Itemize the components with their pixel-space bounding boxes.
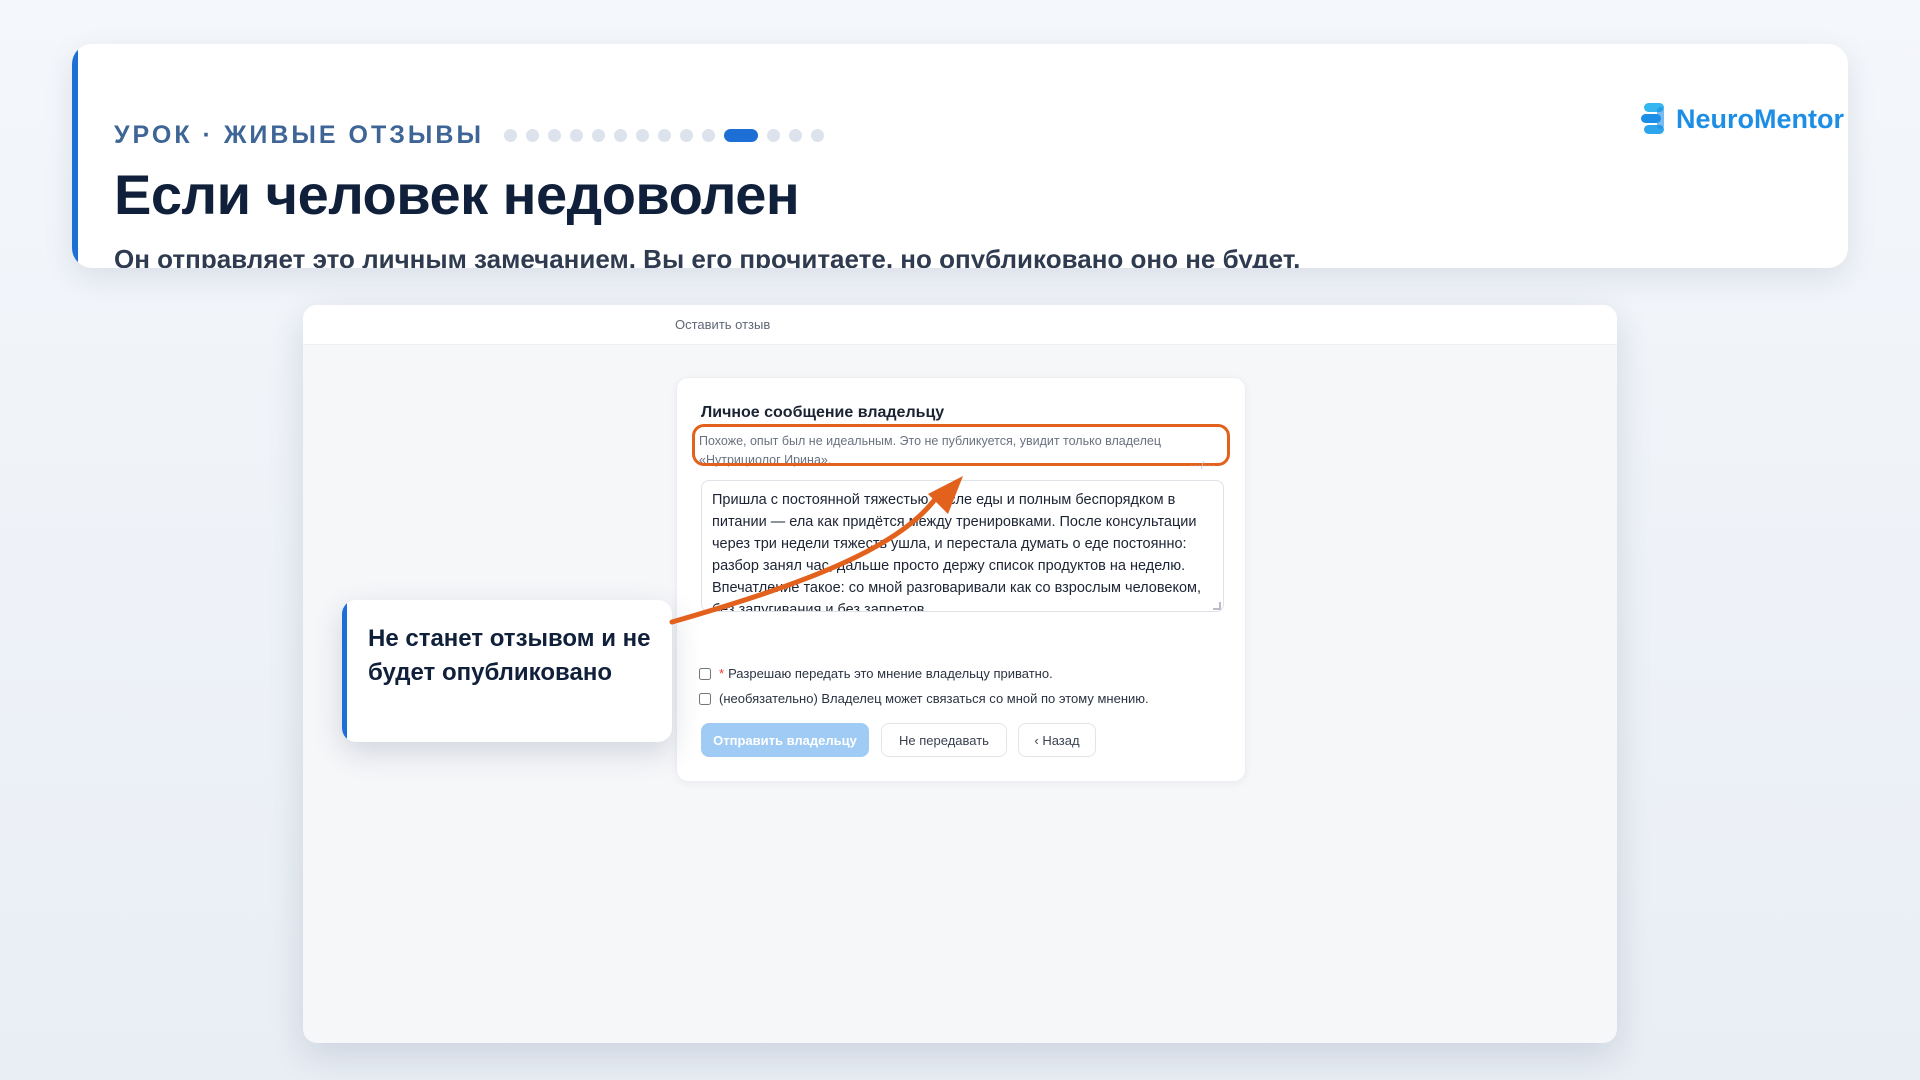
progress-dot [613, 128, 627, 142]
progress-dot [788, 128, 802, 142]
consent-label: * Разрешаю передать это мнение владельцу … [719, 666, 1053, 681]
form-title: Личное сообщение владельцу [701, 404, 945, 421]
progress-dot [525, 128, 539, 142]
progress-dot [701, 128, 715, 142]
back-button[interactable]: ‹ Назад [1018, 723, 1096, 757]
consent-row[interactable]: * Разрешаю передать это мнение владельцу … [699, 666, 1053, 681]
lesson-progress-dots [503, 128, 824, 142]
contact-checkbox[interactable] [699, 692, 711, 705]
annotation-callout: Не станет отзывом и не будет опубликован… [342, 600, 672, 742]
neuromentor-logo-icon [1641, 103, 1664, 134]
required-marker: * [719, 666, 725, 681]
app-topbar: Оставить отзыв [303, 305, 1617, 345]
brand-logo: NeuroMentor [1640, 102, 1844, 136]
progress-dot [766, 128, 780, 142]
private-message-form: Личное сообщение владельцу Похоже, опыт … [676, 377, 1246, 782]
progress-dot-current [723, 128, 758, 142]
contact-label: (необязательно) Владелец может связаться… [719, 691, 1149, 706]
lesson-header-card: УРОК · ЖИВЫЕ ОТЗЫВЫ Если человек недовол… [72, 44, 1848, 268]
page-title: Если человек недоволен [114, 163, 800, 226]
lesson-eyebrow: УРОК · ЖИВЫЕ ОТЗЫВЫ [114, 121, 484, 149]
eyebrow-row: УРОК · ЖИВЫЕ ОТЗЫВЫ [114, 120, 824, 150]
send-to-owner-button[interactable]: Отправить владельцу [701, 723, 869, 757]
page-subtitle: Он отправляет это личным замечанием. Вы … [114, 244, 1301, 268]
progress-dot [635, 128, 649, 142]
consent-checkbox[interactable] [699, 667, 711, 680]
character-counter: ···/··· [1189, 460, 1215, 472]
progress-dot [569, 128, 583, 142]
progress-dot [591, 128, 605, 142]
progress-dot [810, 128, 824, 142]
message-textarea[interactable]: Пришла с постоянной тяжестью после еды и… [701, 480, 1224, 612]
hint-highlight-frame [692, 424, 1230, 466]
callout-text: Не станет отзывом и не будет опубликован… [368, 625, 651, 686]
contact-row[interactable]: (необязательно) Владелец может связаться… [699, 691, 1149, 706]
progress-dot [547, 128, 561, 142]
progress-dot [503, 128, 517, 142]
progress-dot [679, 128, 693, 142]
breadcrumb[interactable]: Оставить отзыв [675, 317, 770, 332]
callout-accent-bar [342, 600, 347, 742]
brand-name: NeuroMentor [1676, 103, 1844, 134]
textarea-resize-handle[interactable] [1213, 602, 1221, 610]
do-not-send-button[interactable]: Не передавать [881, 723, 1007, 757]
header-accent-bar [72, 44, 78, 268]
progress-dot [657, 128, 671, 142]
